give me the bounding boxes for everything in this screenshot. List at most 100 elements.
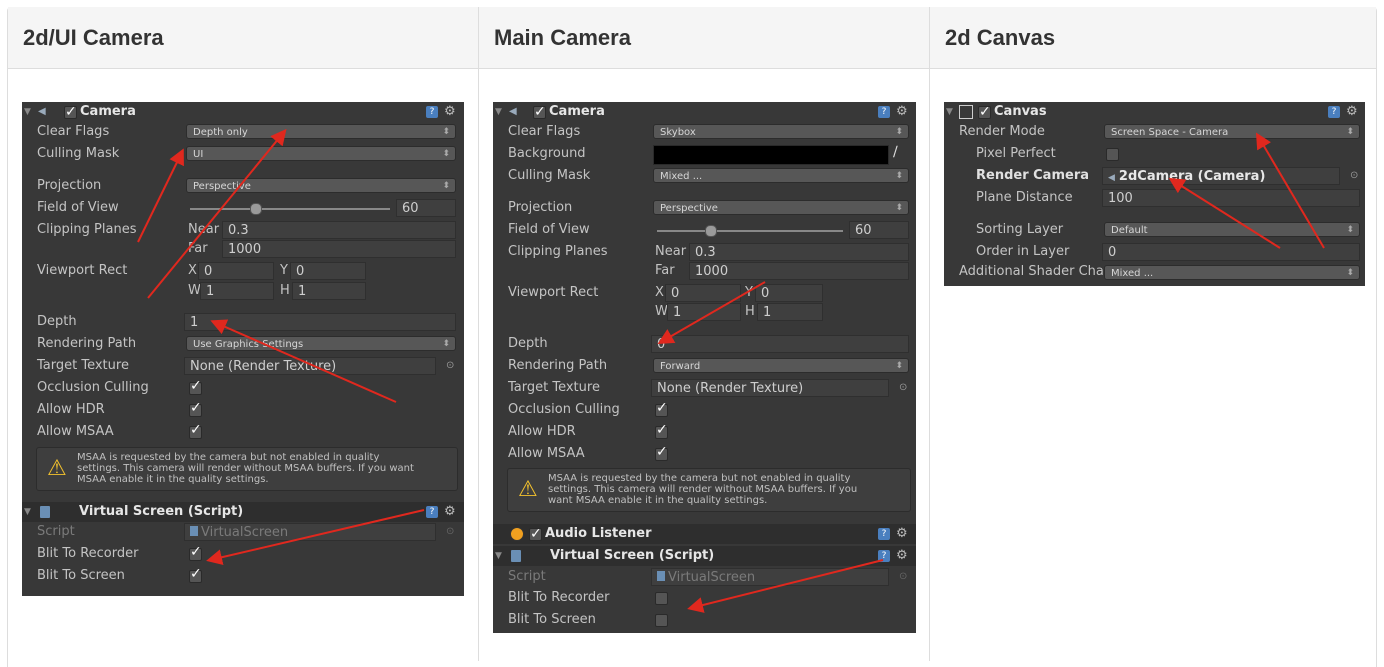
help-icon[interactable]: ? [1328, 106, 1340, 118]
audio-listener-enabled-checkbox[interactable] [529, 524, 542, 544]
rendering-path-dropdown[interactable]: Forward [653, 358, 909, 373]
fov-field[interactable]: 60 [849, 221, 909, 239]
fov-field[interactable]: 60 [396, 199, 456, 217]
warning-icon: ⚠ [47, 456, 67, 481]
column-divider [478, 7, 479, 661]
target-texture-field[interactable]: None (Render Texture) [651, 379, 889, 397]
header-main-camera: Main Camera [494, 25, 631, 50]
msaa-warning-box: ⚠ MSAA is requested by the camera but no… [507, 468, 911, 512]
blit-to-screen-checkbox[interactable] [655, 614, 668, 627]
depth-field[interactable]: 1 [184, 313, 456, 331]
gear-icon[interactable]: ⚙ [896, 546, 908, 566]
near-field[interactable]: 0.3 [222, 221, 456, 239]
culling-mask-dropdown[interactable]: UI [186, 146, 456, 161]
canvas-component-header[interactable]: ▼ Canvas ? ⚙ [944, 102, 1365, 122]
viewport-y-field[interactable]: 0 [755, 284, 823, 302]
object-picker-icon[interactable]: ⊙ [1350, 170, 1358, 181]
gear-icon[interactable]: ⚙ [896, 102, 908, 122]
render-mode-dropdown[interactable]: Screen Space - Camera [1104, 124, 1360, 139]
viewport-w-field[interactable]: 1 [200, 282, 274, 300]
gear-icon[interactable]: ⚙ [444, 102, 456, 122]
clear-flags-dropdown[interactable]: Depth only [186, 124, 456, 139]
background-color-swatch[interactable] [653, 145, 889, 165]
blit-to-recorder-checkbox[interactable] [655, 592, 668, 605]
fov-slider-track[interactable] [190, 208, 390, 210]
render-camera-field[interactable]: ◀ 2dCamera (Camera) [1102, 167, 1340, 185]
help-icon[interactable]: ? [426, 506, 438, 518]
allow-hdr-checkbox[interactable] [655, 422, 668, 439]
object-picker-icon[interactable]: ⊙ [446, 360, 454, 371]
far-field[interactable]: 1000 [222, 240, 456, 258]
viewport-w-field[interactable]: 1 [667, 303, 741, 321]
order-in-layer-label: Order in Layer [976, 244, 1070, 259]
occlusion-culling-checkbox[interactable] [655, 400, 668, 417]
allow-msaa-checkbox[interactable] [189, 422, 202, 439]
target-texture-field[interactable]: None (Render Texture) [184, 357, 436, 375]
allow-msaa-checkbox[interactable] [655, 444, 668, 461]
gear-icon[interactable]: ⚙ [896, 524, 908, 544]
viewport-y-field[interactable]: 0 [290, 262, 366, 280]
far-field[interactable]: 1000 [689, 262, 909, 280]
warning-line: MSAA enable it in the quality settings. [77, 474, 269, 485]
allow-hdr-label: Allow HDR [37, 402, 105, 417]
viewport-x-field[interactable]: 0 [665, 284, 741, 302]
culling-mask-dropdown[interactable]: Mixed ... [653, 168, 909, 183]
near-field[interactable]: 0.3 [689, 243, 909, 261]
fov-slider-track[interactable] [657, 230, 843, 232]
viewport-h-field[interactable]: 1 [757, 303, 823, 321]
clear-flags-dropdown[interactable]: Skybox [653, 124, 909, 139]
object-picker-icon[interactable]: ⊙ [899, 382, 907, 393]
canvas-inspector: ▼ Canvas ? ⚙ Render Mode Screen Space - … [944, 102, 1365, 286]
foldout-arrow-icon[interactable]: ▼ [24, 502, 31, 522]
camera-icon: ◀ [509, 106, 517, 117]
sorting-layer-dropdown[interactable]: Default [1104, 222, 1360, 237]
help-icon[interactable]: ? [878, 106, 890, 118]
camera-component-header[interactable]: ▼ ◀ Camera ? ⚙ [22, 102, 464, 122]
camera-component-header[interactable]: ▼ ◀ Camera ? ⚙ [493, 102, 916, 122]
warning-line: want MSAA enable it in the quality setti… [548, 495, 768, 506]
foldout-arrow-icon[interactable]: ▼ [24, 102, 31, 122]
blit-to-recorder-checkbox[interactable] [189, 544, 202, 561]
help-icon[interactable]: ? [878, 550, 890, 562]
msaa-warning-text: MSAA is requested by the camera but not … [548, 473, 857, 506]
camera-enabled-checkbox[interactable] [64, 102, 77, 122]
depth-field[interactable]: 0 [651, 335, 909, 353]
blit-to-screen-label: Blit To Screen [37, 568, 125, 583]
gear-icon[interactable]: ⚙ [444, 502, 456, 522]
rendering-path-dropdown[interactable]: Use Graphics Settings [186, 336, 456, 351]
projection-dropdown[interactable]: Perspective [653, 200, 909, 215]
projection-dropdown[interactable]: Perspective [186, 178, 456, 193]
msaa-warning-box: ⚠ MSAA is requested by the camera but no… [36, 447, 458, 491]
help-icon[interactable]: ? [426, 106, 438, 118]
allow-hdr-checkbox[interactable] [189, 400, 202, 417]
foldout-arrow-icon[interactable]: ▼ [495, 546, 502, 566]
blit-to-screen-checkbox[interactable] [189, 566, 202, 583]
foldout-arrow-icon[interactable]: ▼ [946, 102, 953, 122]
viewport-x-field[interactable]: 0 [198, 262, 274, 280]
virtual-screen-component-header[interactable]: ▼ Virtual Screen (Script) ? ⚙ [493, 546, 916, 566]
occlusion-culling-checkbox[interactable] [189, 378, 202, 395]
gear-icon[interactable]: ⚙ [1346, 102, 1358, 122]
audio-listener-icon [510, 527, 524, 541]
virtual-screen-component-header[interactable]: ▼ Virtual Screen (Script) ? ⚙ [22, 502, 464, 522]
main-camera-inspector: ▼ ◀ Camera ? ⚙ Clear Flags Skybox Backgr… [493, 102, 916, 633]
help-icon[interactable]: ? [878, 528, 890, 540]
viewport-h-field[interactable]: 1 [292, 282, 366, 300]
additional-shader-dropdown[interactable]: Mixed ... [1104, 265, 1360, 280]
plane-distance-field[interactable]: 100 [1102, 189, 1360, 207]
order-in-layer-field[interactable]: 0 [1102, 243, 1360, 261]
blit-to-recorder-label: Blit To Recorder [37, 546, 139, 561]
eyedropper-icon[interactable]: ∕ [893, 144, 898, 160]
allow-msaa-label: Allow MSAA [508, 446, 585, 461]
canvas-enabled-checkbox[interactable] [978, 102, 991, 122]
camera-enabled-checkbox[interactable] [533, 102, 546, 122]
header-cell-3: 2d Canvas [930, 7, 1376, 69]
fov-slider-knob[interactable] [705, 225, 717, 237]
foldout-arrow-icon[interactable]: ▼ [495, 102, 502, 122]
occlusion-culling-label: Occlusion Culling [508, 402, 620, 417]
fov-slider-knob[interactable] [250, 203, 262, 215]
viewport-rect-label: Viewport Rect [37, 263, 128, 278]
audio-listener-component-header[interactable]: Audio Listener ? ⚙ [493, 524, 916, 544]
header-cell-2: Main Camera [479, 7, 929, 69]
pixel-perfect-checkbox[interactable] [1106, 148, 1119, 161]
